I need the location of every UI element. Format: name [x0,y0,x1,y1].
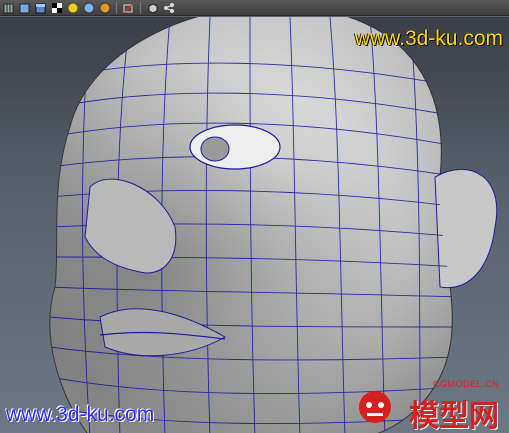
share-icon[interactable] [162,1,175,14]
shaded-cube-icon[interactable] [34,1,47,14]
light-gold-icon[interactable] [98,1,111,14]
cube-select-icon[interactable] [146,1,159,14]
cube-icon[interactable] [18,1,31,14]
logo-label: 模型网 [409,399,499,433]
toolbar-divider [140,1,141,14]
watermark-bottom: www.3d-ku.com [6,403,155,426]
checker-icon[interactable] [50,1,63,14]
camera-icon[interactable] [122,1,135,14]
toolbar-divider [116,1,117,14]
head-wireframe-model [49,17,498,433]
grid-cube-icon[interactable] [2,1,15,14]
light-blue-icon[interactable] [82,1,95,14]
watermark-top: www.3d-ku.com [354,27,503,50]
3d-viewport[interactable]: www.3d-ku.com www.3d-ku.com CGMODEL.CN 模… [0,17,509,433]
light-yellow-icon[interactable] [66,1,79,14]
cgmodel-logo: CGMODEL.CN 模型网 [353,379,503,433]
viewport-toolbar [0,0,509,16]
